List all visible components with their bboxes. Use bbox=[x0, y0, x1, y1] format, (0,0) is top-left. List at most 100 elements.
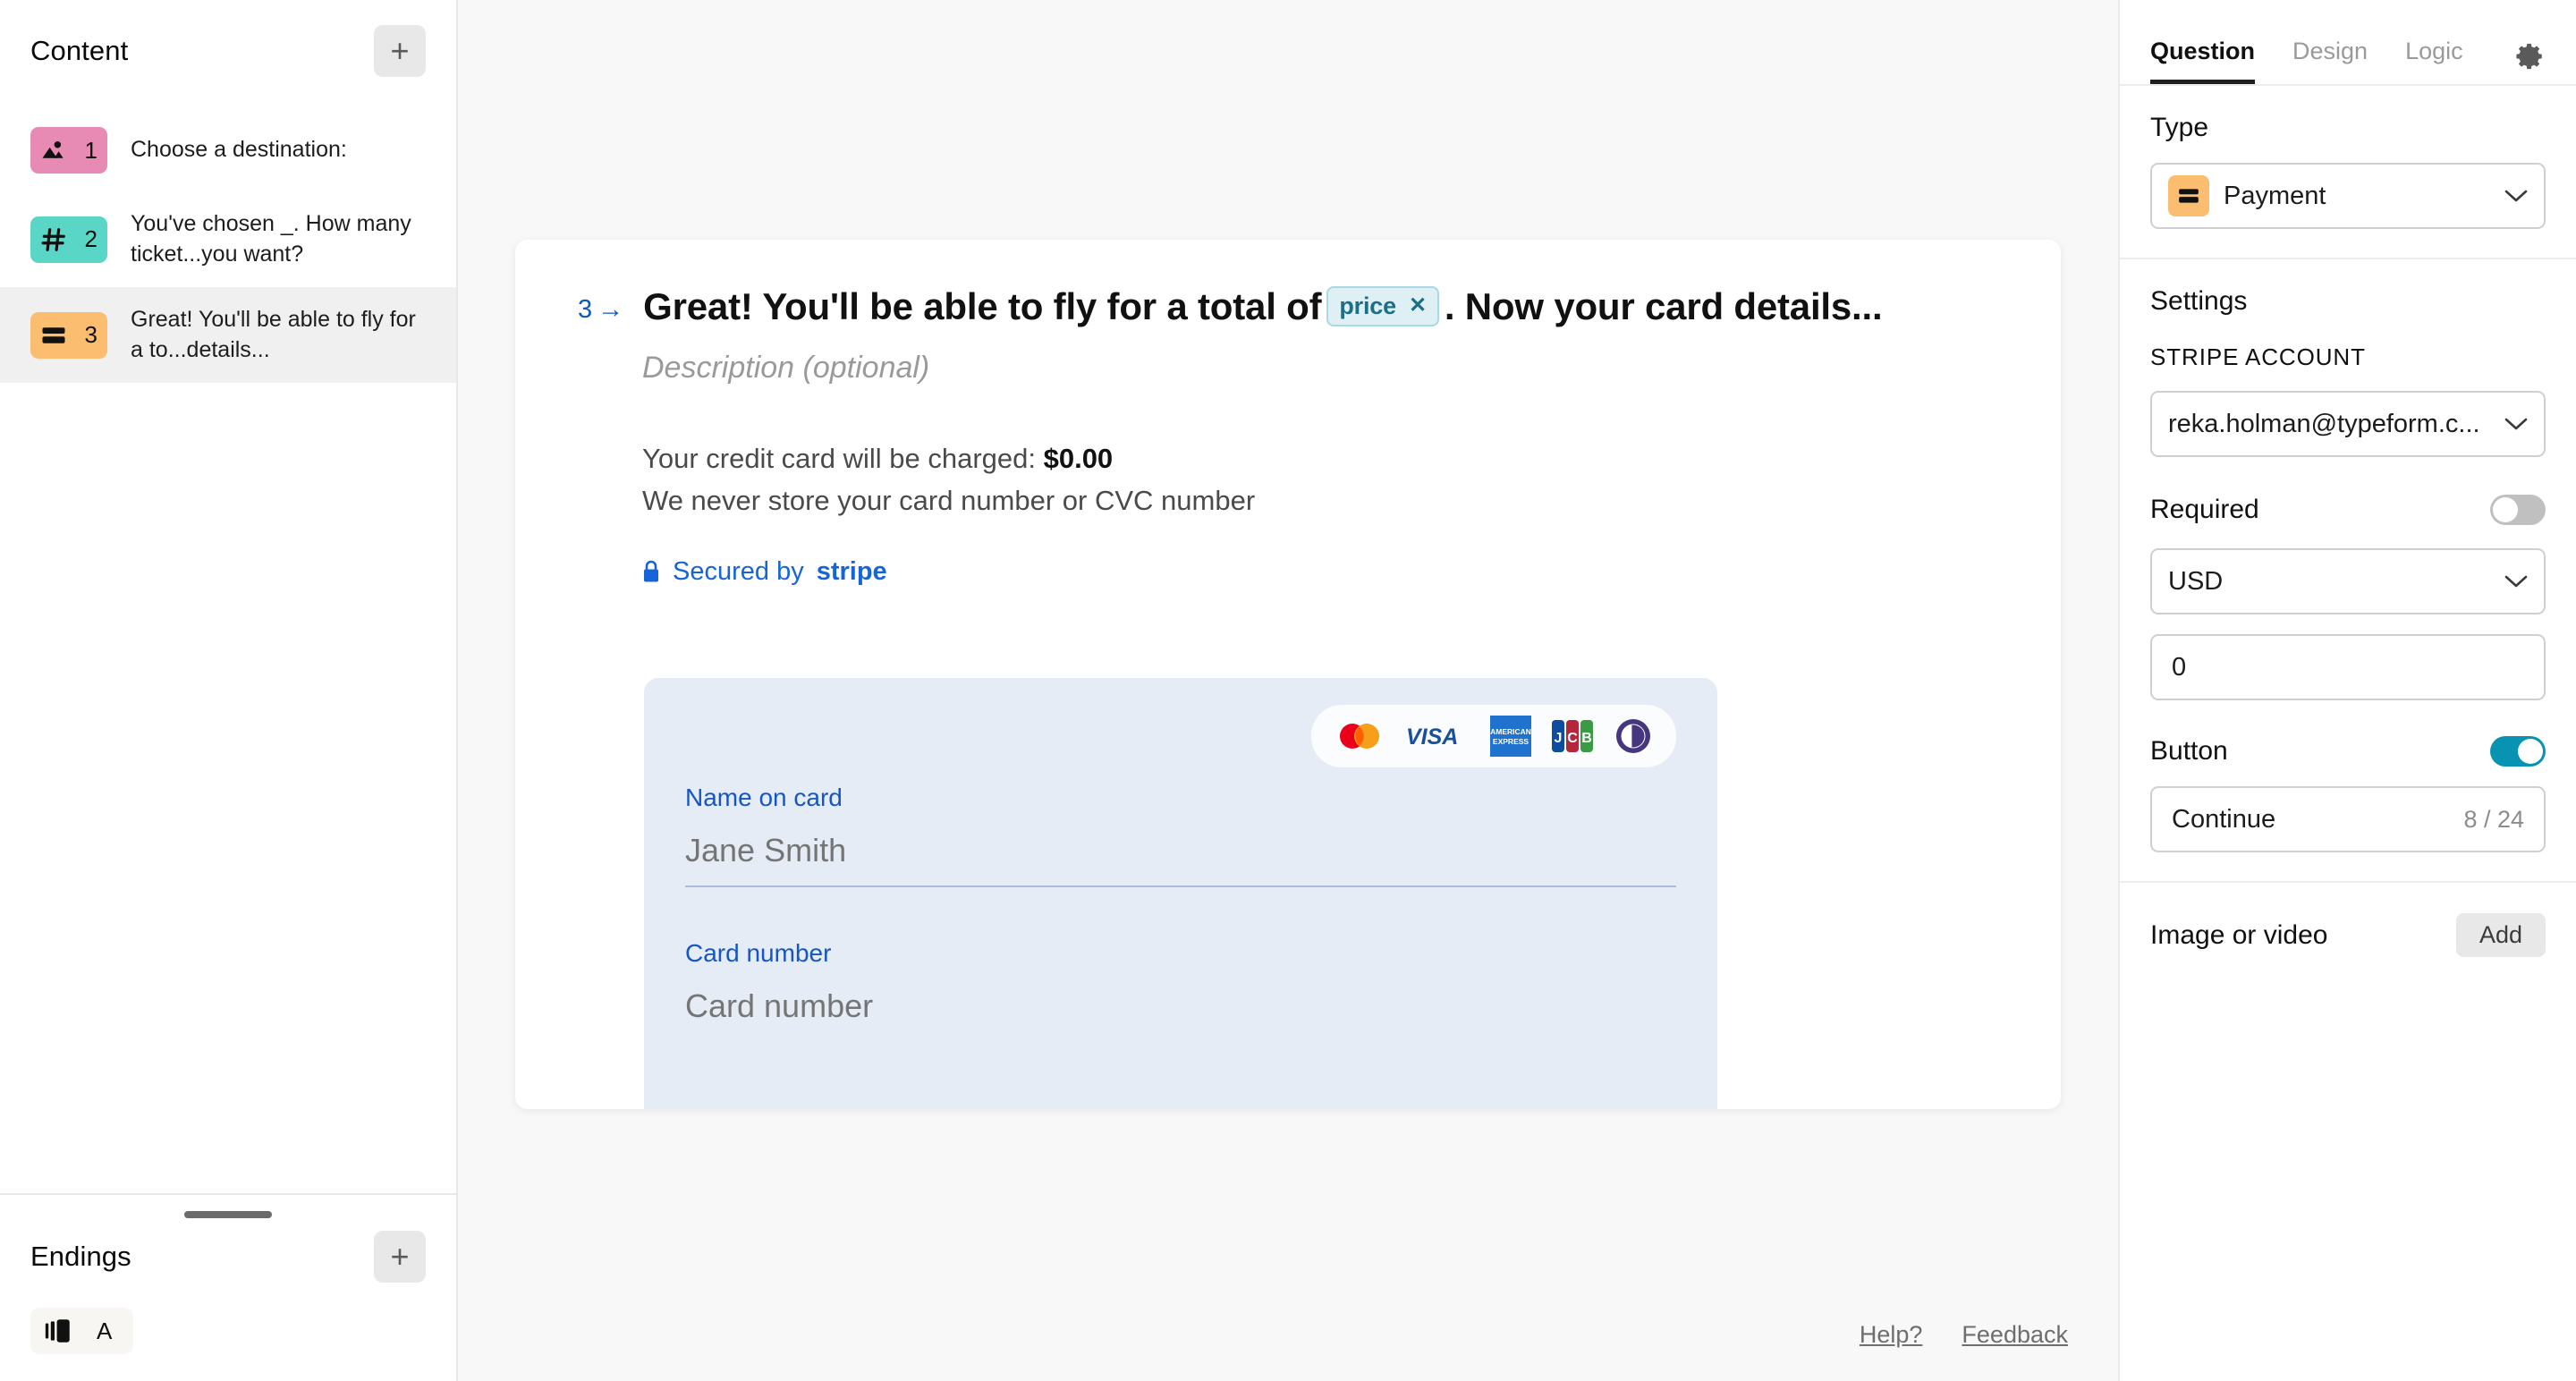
payment-note: Your credit card will be charged: $0.00 … bbox=[642, 437, 1998, 521]
sidebar-item-question-3[interactable]: 3 Great! You'll be able to fly for a to.… bbox=[0, 287, 456, 383]
tab-design[interactable]: Design bbox=[2292, 38, 2368, 84]
button-toggle[interactable] bbox=[2490, 736, 2546, 767]
charge-amount: $0.00 bbox=[1043, 442, 1114, 474]
required-label: Required bbox=[2150, 495, 2259, 524]
left-sidebar: Content + 1 Choose a destination: 2 You'… bbox=[0, 0, 458, 1381]
title-text-after: . Now your card details... bbox=[1444, 285, 1883, 327]
content-title: Content bbox=[30, 35, 129, 66]
help-link[interactable]: Help? bbox=[1860, 1321, 1923, 1349]
question-type-select[interactable]: Payment bbox=[2150, 163, 2546, 229]
charge-text: Your credit card will be charged: bbox=[642, 442, 1044, 474]
question-index: 3 → bbox=[578, 283, 623, 325]
payment-type-icon bbox=[2168, 175, 2209, 216]
settings-tabs: Question Design Logic bbox=[2120, 0, 2576, 86]
jcb-icon: J C B bbox=[1552, 720, 1593, 752]
required-toggle[interactable] bbox=[2490, 495, 2546, 525]
ending-letter: A bbox=[97, 1317, 113, 1344]
type-label: Type bbox=[2150, 113, 2209, 142]
chevron-down-icon bbox=[2504, 575, 2528, 588]
payment-form-preview: VISA AMERICAN EXPRESS J C B Name on card… bbox=[644, 678, 1717, 1109]
add-media-button[interactable]: Add bbox=[2455, 913, 2546, 957]
chevron-down-icon bbox=[2504, 190, 2528, 202]
image-or-video-row: Image or video Add bbox=[2120, 883, 2576, 987]
feedback-link[interactable]: Feedback bbox=[1962, 1321, 2068, 1349]
question-card-inner: 3 → Great! You'll be able to fly for a to… bbox=[515, 240, 2061, 587]
endings-title: Endings bbox=[30, 1241, 131, 1272]
mastercard-icon bbox=[1340, 724, 1379, 749]
tab-question[interactable]: Question bbox=[2150, 38, 2256, 84]
add-question-button[interactable]: + bbox=[374, 25, 426, 77]
lock-icon bbox=[644, 561, 658, 582]
image-or-video-label: Image or video bbox=[2150, 919, 2328, 950]
svg-text:C: C bbox=[1567, 731, 1578, 746]
button-label: Button bbox=[2150, 736, 2228, 766]
picture-choice-icon bbox=[42, 141, 64, 158]
ending-slide-icon bbox=[45, 1319, 70, 1343]
panel-resize-handle[interactable] bbox=[184, 1211, 272, 1218]
question-type-value: Payment bbox=[2224, 181, 2326, 210]
add-ending-button[interactable]: + bbox=[374, 1231, 426, 1283]
sidebar-item-question-1[interactable]: 1 Choose a destination: bbox=[0, 109, 456, 191]
currency-select[interactable]: USD bbox=[2150, 548, 2546, 614]
settings-heading: Settings bbox=[2150, 286, 2248, 316]
button-row: Button bbox=[2150, 736, 2546, 767]
svg-text:B: B bbox=[1581, 731, 1592, 746]
sidebar-item-question-2[interactable]: 2 You've chosen _. How many ticket...you… bbox=[0, 191, 456, 287]
charge-line: Your credit card will be charged: $0.00 bbox=[642, 437, 1998, 479]
card-number-input[interactable] bbox=[685, 987, 1676, 1041]
card-number-field: Card number bbox=[685, 939, 1676, 1041]
question-label: You've chosen _. How many ticket...you w… bbox=[131, 211, 411, 267]
svg-text:J: J bbox=[1555, 731, 1563, 746]
stripe-account-value: reka.holman@typeform.c... bbox=[2168, 409, 2480, 438]
stripe-wordmark: stripe bbox=[816, 556, 887, 586]
question-index-number: 3 bbox=[578, 295, 593, 324]
question-title-row: 3 → Great! You'll be able to fly for a to… bbox=[578, 283, 1998, 331]
number-icon bbox=[41, 227, 65, 251]
question-badge: 2 bbox=[30, 216, 107, 263]
card-brand-logos: VISA AMERICAN EXPRESS J C B bbox=[1311, 705, 1676, 767]
name-on-card-field: Name on card bbox=[685, 784, 1676, 887]
name-on-card-input[interactable] bbox=[685, 832, 1676, 887]
variable-chip-price[interactable]: price ✕ bbox=[1326, 286, 1439, 326]
payment-card-icon bbox=[42, 326, 65, 343]
privacy-line: We never store your card number or CVC n… bbox=[642, 484, 1256, 516]
right-settings-panel: Question Design Logic Type Payment Setti… bbox=[2118, 0, 2576, 1381]
secured-prefix: Secured by bbox=[673, 556, 804, 586]
stripe-account-label: STRIPE ACCOUNT bbox=[2150, 343, 2366, 370]
toggle-knob bbox=[2518, 739, 2543, 764]
amount-value: 0 bbox=[2172, 652, 2187, 682]
svg-text:AMERICAN: AMERICAN bbox=[1490, 727, 1531, 736]
chevron-down-icon bbox=[2504, 418, 2528, 430]
button-text-counter: 8 / 24 bbox=[2463, 805, 2524, 833]
button-text-value: Continue bbox=[2172, 804, 2276, 834]
image-or-video-section: Image or video Add bbox=[2120, 881, 2576, 987]
card-number-label: Card number bbox=[685, 939, 832, 967]
chip-remove-icon[interactable]: ✕ bbox=[1409, 292, 1427, 320]
question-badge: 1 bbox=[30, 127, 107, 174]
endings-section: Endings + A bbox=[0, 1193, 456, 1381]
button-text-input[interactable]: Continue 8 / 24 bbox=[2150, 786, 2546, 852]
currency-value: USD bbox=[2168, 566, 2224, 596]
question-list: 1 Choose a destination: 2 You've chosen … bbox=[0, 97, 456, 383]
tab-logic[interactable]: Logic bbox=[2405, 38, 2463, 84]
question-title[interactable]: Great! You'll be able to fly for a total… bbox=[643, 283, 1883, 331]
chip-label: price bbox=[1339, 292, 1396, 319]
arrow-icon: → bbox=[597, 295, 624, 324]
ending-list: A bbox=[0, 1302, 456, 1354]
settings-gear-button[interactable] bbox=[2515, 41, 2546, 84]
description-placeholder[interactable]: Description (optional) bbox=[642, 351, 1998, 385]
question-number: 2 bbox=[84, 225, 97, 252]
visa-icon: VISA bbox=[1406, 724, 1458, 750]
toggle-knob bbox=[2493, 497, 2518, 522]
question-label: Great! You'll be able to fly for a to...… bbox=[131, 307, 416, 362]
question-preview-card: 3 → Great! You'll be able to fly for a to… bbox=[515, 240, 2061, 1109]
stripe-account-select[interactable]: reka.holman@typeform.c... bbox=[2150, 391, 2546, 457]
gear-icon bbox=[2516, 43, 2542, 70]
question-label: Choose a destination: bbox=[131, 137, 347, 163]
ending-item-a[interactable]: A bbox=[30, 1308, 134, 1354]
question-number: 3 bbox=[84, 321, 97, 348]
form-canvas: 3 → Great! You'll be able to fly for a to… bbox=[458, 0, 2118, 1381]
title-text-before: Great! You'll be able to fly for a total… bbox=[643, 285, 1322, 327]
amount-input[interactable]: 0 bbox=[2150, 634, 2546, 700]
